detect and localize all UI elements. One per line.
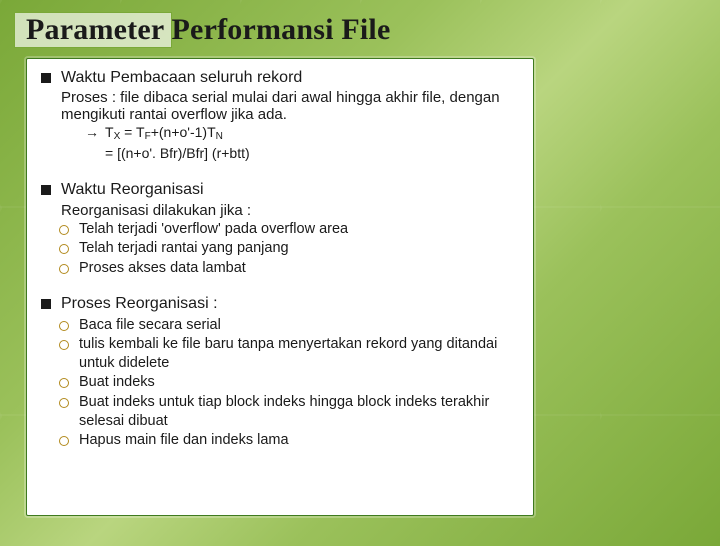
list-item: Buat indeks untuk tiap block indeks hing… (79, 393, 519, 430)
section1-heading: Waktu Pembacaan seluruh rekord (61, 68, 302, 88)
slide: Parameter Performansi File Waktu Pembaca… (6, 6, 714, 534)
arrow-icon: → (85, 124, 99, 142)
section2-heading: Waktu Reorganisasi (61, 180, 204, 200)
circle-bullet-icon (59, 244, 69, 254)
square-bullet-icon (41, 185, 51, 195)
square-bullet-icon (41, 73, 51, 83)
section1-desc: Proses : file dibaca serial mulai dari a… (61, 89, 519, 123)
square-bullet-icon (41, 299, 51, 309)
section-proses-reorganisasi: Proses Reorganisasi : Baca file secara s… (41, 294, 519, 449)
content-card: Waktu Pembacaan seluruh rekord Proses : … (26, 58, 534, 516)
circle-bullet-icon (59, 340, 69, 350)
section2-desc: Reorganisasi dilakukan jika : (61, 202, 519, 219)
list-item: Baca file secara serial (79, 316, 221, 335)
circle-bullet-icon (59, 378, 69, 388)
list-item: Telah terjadi 'overflow' pada overflow a… (79, 220, 348, 239)
section-waktu-pembacaan: Waktu Pembacaan seluruh rekord Proses : … (41, 68, 519, 163)
circle-bullet-icon (59, 264, 69, 274)
list-item: tulis kembali ke file baru tanpa menyert… (79, 335, 519, 372)
circle-bullet-icon (59, 321, 69, 331)
title-row: Parameter Performansi File (6, 6, 714, 48)
circle-bullet-icon (59, 436, 69, 446)
page-title: Parameter Performansi File (26, 13, 390, 47)
list-item: Buat indeks (79, 373, 155, 392)
section3-heading: Proses Reorganisasi : (61, 294, 218, 314)
equation-1: TX = TF+(n+o'-1)TN (105, 124, 223, 144)
list-item: Hapus main file dan indeks lama (79, 431, 289, 450)
equation-2: = [(n+o'. Bfr)/Bfr] (r+btt) (105, 145, 250, 163)
section-waktu-reorganisasi: Waktu Reorganisasi Reorganisasi dilakuka… (41, 180, 519, 277)
list-item: Telah terjadi rantai yang panjang (79, 239, 289, 258)
list-item: Proses akses data lambat (79, 259, 246, 278)
circle-bullet-icon (59, 398, 69, 408)
circle-bullet-icon (59, 225, 69, 235)
